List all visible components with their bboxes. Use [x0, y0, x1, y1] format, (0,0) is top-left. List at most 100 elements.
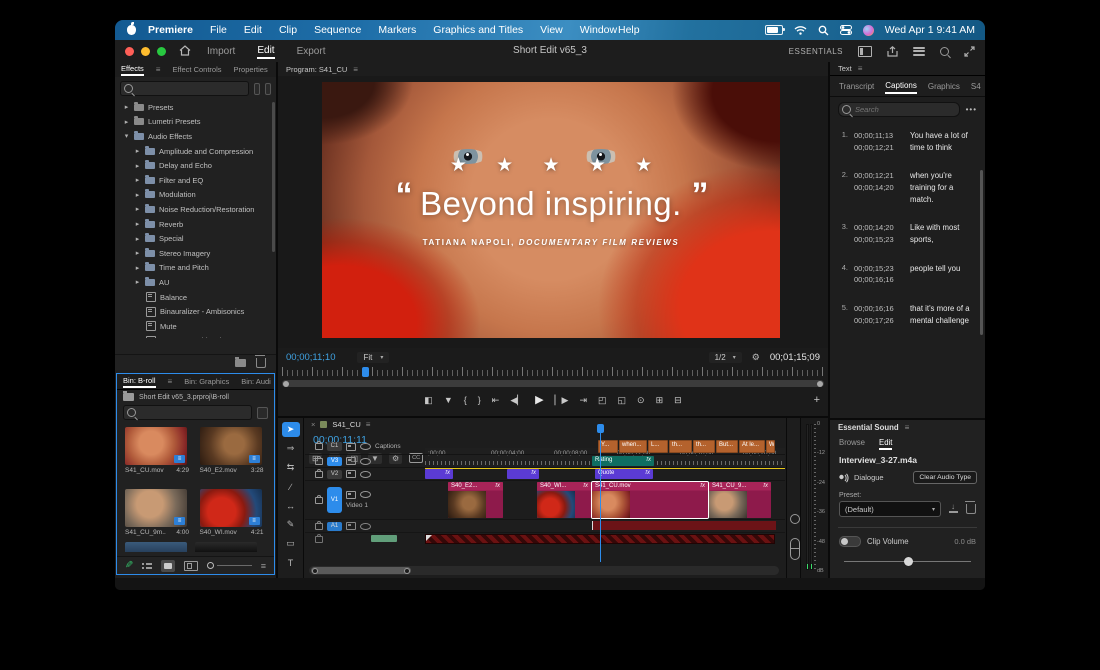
menu-clip[interactable]: Clip	[279, 24, 297, 36]
caption-row[interactable]: 1. 00;00;11;1300;00;12;21 You have a lot…	[836, 130, 981, 153]
effects-tree-item-filter-and-eq[interactable]: ▸ Filter and EQ	[115, 173, 276, 188]
extract-button[interactable]: ◱	[618, 396, 627, 405]
caption-clip[interactable]: W	[766, 440, 775, 453]
caption-text[interactable]: people tell you	[910, 263, 976, 286]
lock-track-icon[interactable]	[315, 458, 323, 465]
rectangle-tool-button[interactable]: ▭	[282, 536, 300, 551]
overwrite-button[interactable]: ⊟	[674, 396, 682, 405]
track-target-badge[interactable]: A1	[327, 522, 342, 531]
graphic-clip-rating[interactable]: Ratingfx	[592, 456, 654, 466]
delete-preset-icon[interactable]	[966, 504, 976, 514]
effects-tree-item-audio-effects[interactable]: ▾ Audio Effects	[115, 129, 276, 144]
caption-text[interactable]: You have a lot of time to think	[910, 130, 976, 153]
caption-text[interactable]: Like with most sports,	[910, 222, 976, 245]
new-preset-bin-icon[interactable]	[265, 83, 271, 95]
video-clip-s40-e2[interactable]: S40_E2...fx	[448, 482, 503, 518]
effects-tree-item-special[interactable]: ▸ Special	[115, 231, 276, 246]
header-tab-export[interactable]: Export	[297, 46, 326, 57]
lock-track-icon[interactable]	[315, 497, 323, 504]
essential-sound-title[interactable]: Essential Sound	[838, 423, 899, 432]
apple-menu-icon[interactable]	[127, 25, 136, 35]
graphic-clip-quote[interactable]: Quotefx	[595, 469, 653, 479]
fullscreen-icon[interactable]	[964, 46, 975, 57]
sync-lock-icon[interactable]	[346, 457, 356, 465]
captions-scrollbar[interactable]	[980, 170, 983, 335]
clip-thumbnail[interactable]: ≡	[125, 427, 187, 465]
program-monitor-tab[interactable]: Program: S41_CU	[286, 65, 347, 74]
menu-graphics-and-titles[interactable]: Graphics and Titles	[433, 24, 523, 36]
bin-tab-bin-b-roll[interactable]: Bin: B-roll	[123, 376, 156, 388]
caption-timecodes[interactable]: 00;00;14;2000;00;15;23	[854, 222, 904, 245]
sort-icon[interactable]: ≡	[261, 561, 266, 571]
menu-premiere[interactable]: Premiere	[148, 24, 193, 36]
spotlight-search-icon[interactable]	[818, 25, 829, 36]
menu-edit[interactable]: Edit	[244, 24, 262, 36]
clip-thumbnail[interactable]: ≡	[125, 489, 187, 527]
control-center-icon[interactable]	[840, 25, 852, 35]
menu-file[interactable]: File	[210, 24, 227, 36]
mark-out-button[interactable]: }	[478, 396, 481, 405]
add-marker-button[interactable]: ▼	[444, 396, 453, 405]
panel-menu-icon[interactable]: ≡	[156, 65, 161, 74]
track-target-badge[interactable]: V2	[327, 470, 342, 479]
caption-row[interactable]: 5. 00;00;16;1600;00;17;26 that it's more…	[836, 303, 981, 326]
chevron-down-icon[interactable]: ▾	[123, 132, 130, 140]
playback-resolution-dropdown[interactable]: 1/2▾	[709, 352, 742, 363]
panel-menu-icon[interactable]: ≡	[366, 420, 371, 429]
list-view-icon[interactable]	[142, 562, 152, 570]
chevron-right-icon[interactable]: ▸	[123, 118, 130, 126]
effects-tree-item-modulation[interactable]: ▸ Modulation	[115, 188, 276, 203]
icon-view-icon[interactable]	[161, 560, 175, 572]
program-scrollbar[interactable]	[282, 380, 824, 387]
chevron-right-icon[interactable]: ▸	[123, 103, 130, 111]
text-tab-s4[interactable]: S4	[971, 82, 981, 91]
effects-tree-item-balance[interactable]: Balance	[115, 290, 276, 305]
video-clip-s41-cu-mov[interactable]: S41_CU.movfx	[592, 482, 708, 518]
edit-pen-icon[interactable]: ✎	[125, 560, 133, 571]
workspaces-icon[interactable]	[858, 46, 872, 57]
caption-timecodes[interactable]: 00;00;16;1600;00;17;26	[854, 303, 904, 326]
effects-tab-effect-controls[interactable]: Effect Controls	[172, 65, 221, 74]
chevron-right-icon[interactable]: ▸	[134, 162, 141, 170]
lock-track-icon[interactable]	[315, 443, 323, 450]
header-tab-import[interactable]: Import	[207, 46, 235, 57]
ripple-edit-tool-button[interactable]: ⇆	[282, 460, 300, 475]
chevron-right-icon[interactable]: ▸	[134, 249, 141, 257]
quick-export-icon[interactable]	[887, 46, 898, 57]
track-target-badge[interactable]: C1	[327, 442, 342, 451]
clip-thumbnail[interactable]: ≡	[200, 427, 262, 465]
menu-markers[interactable]: Markers	[378, 24, 416, 36]
go-to-in-button[interactable]: ⇤	[492, 396, 500, 405]
caption-text[interactable]: when you're training for a match.	[910, 170, 976, 205]
program-timecode[interactable]: 00;00;11;10	[286, 352, 335, 363]
toggle-track-output-icon[interactable]	[360, 458, 371, 465]
chevron-right-icon[interactable]: ▸	[134, 191, 141, 199]
bin-tab-bin-audi[interactable]: Bin: Audi	[241, 377, 271, 386]
toggle-track-output-icon[interactable]	[360, 491, 371, 498]
bin-tab-bin-graphics[interactable]: Bin: Graphics	[184, 377, 229, 386]
thumbnail-zoom-slider[interactable]	[207, 562, 251, 569]
panel-menu-icon[interactable]: ≡	[858, 64, 863, 73]
sync-lock-icon[interactable]	[346, 491, 356, 499]
effects-tree-item-au[interactable]: ▸ AU	[115, 275, 276, 290]
text-tab-transcript[interactable]: Transcript	[839, 82, 874, 91]
caption-row[interactable]: 4. 00;00;15;2300;00;16;16 people tell yo…	[836, 263, 981, 286]
timeline-hscrollbar[interactable]	[309, 566, 779, 575]
bin-search-input[interactable]	[123, 405, 252, 420]
zoom-button[interactable]	[157, 47, 166, 56]
effects-tree-item-delay-and-echo[interactable]: ▸ Delay and Echo	[115, 158, 276, 173]
play-button[interactable]: ▶	[535, 395, 543, 406]
chevron-right-icon[interactable]: ▸	[134, 147, 141, 155]
graphic-clip[interactable]: fx	[507, 469, 539, 479]
effects-tree-item-amplitude-and-compression[interactable]: ▸ Amplitude and Compression	[115, 144, 276, 159]
mark-in-button[interactable]: {	[464, 396, 467, 405]
close-sequence-icon[interactable]: ×	[311, 420, 315, 429]
chevron-right-icon[interactable]: ▸	[134, 278, 141, 286]
step-forward-button[interactable]: ▏▶	[555, 396, 569, 405]
timeline-vscrollbar[interactable]	[786, 418, 801, 578]
navigate-up-icon[interactable]	[123, 393, 134, 401]
video-clip-s40-wi[interactable]: S40_WI...fx	[537, 482, 591, 518]
effects-tree-item-lumetri-presets[interactable]: ▸ Lumetri Presets	[115, 115, 276, 130]
track-select-tool-button[interactable]: ⇒	[282, 441, 300, 456]
zoom-level-dropdown[interactable]: Fit▾	[357, 352, 389, 363]
